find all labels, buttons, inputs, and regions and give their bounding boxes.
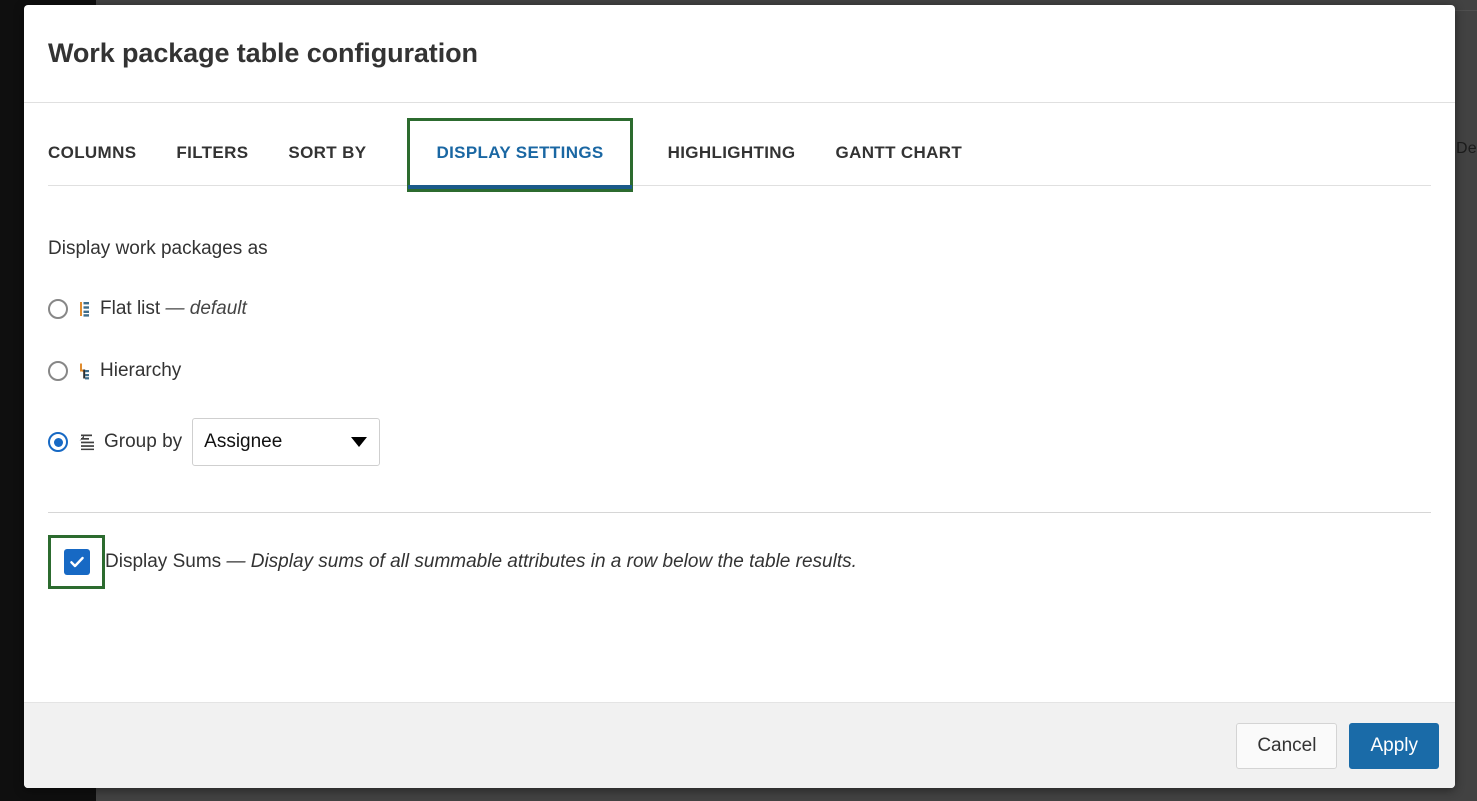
check-icon <box>68 553 86 571</box>
option-row-flat-list[interactable]: Flat list — default <box>48 296 1431 322</box>
tab-gantt-chart-label: GANTT CHART <box>836 143 963 162</box>
option-label-group-by: Group by <box>104 431 182 453</box>
tab-sort-by-label: SORT BY <box>288 143 366 162</box>
tab-display-settings-label: DISPLAY SETTINGS <box>436 143 603 162</box>
tab-bar-wrapper: COLUMNS FILTERS SORT BY DISPLAY SETTINGS… <box>24 103 1455 186</box>
option-label-hierarchy: Hierarchy <box>100 360 181 382</box>
group-by-select[interactable]: Assignee <box>192 418 380 466</box>
tab-sort-by[interactable]: SORT BY <box>288 143 366 185</box>
radio-group-by[interactable] <box>48 432 68 452</box>
option-row-hierarchy[interactable]: Hierarchy <box>48 358 1431 384</box>
list-icon <box>80 299 89 319</box>
display-sums-highlight-box <box>48 535 105 589</box>
section-divider <box>48 512 1431 513</box>
tab-filters[interactable]: FILTERS <box>176 143 248 185</box>
chevron-down-icon <box>351 437 367 447</box>
option-label-flat-list: Flat list — default <box>100 298 247 320</box>
page-title: Work package table configuration <box>24 38 478 69</box>
tab-gantt-chart[interactable]: GANTT CHART <box>836 143 963 185</box>
hierarchy-icon <box>80 361 89 381</box>
work-package-table-configuration-modal: Work package table configuration COLUMNS… <box>24 5 1455 788</box>
backdrop-partial-text: De <box>1456 140 1477 158</box>
radio-flat-list[interactable] <box>48 299 68 319</box>
group-by-selected-value: Assignee <box>204 431 282 453</box>
display-sums-checkbox[interactable] <box>64 549 90 575</box>
group-by-icon <box>78 432 98 452</box>
tab-highlighting-label: HIGHLIGHTING <box>668 143 796 162</box>
display-sums-row: Display Sums — Display sums of all summa… <box>48 535 1431 589</box>
apply-button[interactable]: Apply <box>1349 723 1439 769</box>
display-sums-title: Display Sums <box>105 551 221 572</box>
option-row-group-by[interactable]: Group by Assignee <box>48 418 1431 466</box>
modal-header: Work package table configuration <box>24 5 1455 103</box>
tab-highlighting[interactable]: HIGHLIGHTING <box>668 143 796 185</box>
tab-display-settings[interactable]: DISPLAY SETTINGS <box>410 121 629 189</box>
tab-columns[interactable]: COLUMNS <box>48 143 136 185</box>
flat-list-default-suffix: — default <box>165 298 246 319</box>
tab-columns-label: COLUMNS <box>48 143 136 162</box>
modal-body: Display work packages as Flat list — def… <box>24 186 1455 702</box>
modal-footer: Cancel Apply <box>24 702 1455 788</box>
cancel-button[interactable]: Cancel <box>1236 723 1337 769</box>
flat-list-text: Flat list <box>100 298 160 319</box>
display-sums-label: Display Sums — Display sums of all summa… <box>105 551 857 573</box>
tab-bar: COLUMNS FILTERS SORT BY DISPLAY SETTINGS… <box>48 103 1431 186</box>
tab-filters-label: FILTERS <box>176 143 248 162</box>
radio-hierarchy[interactable] <box>48 361 68 381</box>
display-sums-description: — Display sums of all summable attribute… <box>226 551 856 572</box>
display-as-section-label: Display work packages as <box>48 238 1431 260</box>
